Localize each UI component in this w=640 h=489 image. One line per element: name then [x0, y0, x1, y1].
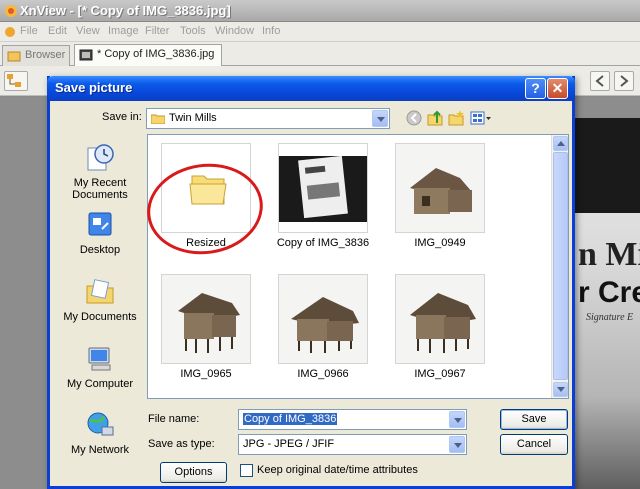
tab-browser-label: Browser [25, 49, 66, 61]
file-item-img-0965[interactable]: IMG_0965 [148, 274, 264, 380]
app-titlebar: XnView - [* Copy of IMG_3836.jpg] [0, 0, 640, 22]
image-thumbnail [396, 275, 484, 363]
places-bar: My Recent Documents Desktop My Documents… [56, 134, 144, 456]
place-recent-label: My Recent Documents [72, 177, 128, 201]
chevron-down-icon[interactable] [449, 436, 465, 453]
photo-text-line2: r Cree [578, 276, 640, 309]
save-as-type-label: Save as type: [148, 438, 215, 450]
help-button[interactable]: ? [525, 78, 546, 99]
dialog-title: Save picture [55, 80, 133, 95]
menu-tools[interactable]: Tools [180, 25, 206, 37]
app-tab-bar: Browser * Copy of IMG_3836.jpg [0, 42, 640, 67]
save-in-value: Twin Mills [169, 112, 217, 124]
up-folder-icon[interactable] [426, 109, 444, 127]
photo-dark-band [570, 118, 640, 213]
image-file-icon [79, 49, 93, 61]
image-thumbnail [279, 155, 367, 222]
thumbnail-frame [278, 274, 368, 364]
file-name-value: Copy of IMG_3836 [243, 413, 338, 425]
thumbnail-frame [278, 143, 368, 233]
chevron-down-icon[interactable] [449, 411, 465, 428]
desktop-icon [88, 212, 112, 236]
photo-text-line3: Signature E [586, 312, 634, 323]
place-desktop[interactable]: Desktop [56, 209, 144, 256]
app-menubar: File Edit View Image Filter Tools Window… [0, 22, 640, 42]
close-button[interactable]: ✕ [547, 78, 568, 99]
previous-button[interactable] [590, 71, 610, 91]
file-name-label: File name: [148, 413, 200, 425]
thumbnail-frame [395, 274, 485, 364]
menu-file[interactable]: File [20, 25, 38, 37]
file-name-label: IMG_0949 [414, 237, 466, 249]
file-item-img-0949[interactable]: IMG_0949 [382, 143, 498, 249]
my-documents-icon [86, 279, 114, 304]
tab-image[interactable]: * Copy of IMG_3836.jpg [74, 44, 222, 67]
tab-browser[interactable]: Browser [2, 45, 70, 66]
place-recent-documents[interactable]: My Recent Documents [56, 142, 144, 201]
file-name-label: IMG_0966 [297, 368, 349, 380]
image-thumbnail [279, 275, 367, 363]
menu-view[interactable]: View [76, 25, 100, 37]
place-my-documents[interactable]: My Documents [56, 276, 144, 323]
keep-date-checkbox[interactable] [240, 464, 253, 477]
place-my-network-label: My Network [70, 444, 130, 456]
browser-icon [7, 51, 21, 62]
hierarchy-icon [7, 74, 21, 87]
save-in-label: Save in: [102, 111, 142, 123]
menu-image[interactable]: Image [108, 25, 139, 37]
scroll-down-icon[interactable] [553, 382, 568, 397]
file-name-input[interactable]: Copy of IMG_3836 [238, 409, 467, 430]
dialog-titlebar[interactable]: Save picture ? ✕ [47, 76, 575, 101]
xnview-menu-icon[interactable] [3, 25, 17, 39]
scroll-thumb[interactable] [553, 152, 568, 380]
file-list-scrollbar[interactable] [551, 135, 568, 398]
thumbnail-frame [161, 274, 251, 364]
save-button[interactable]: Save [500, 409, 568, 430]
image-thumbnail [162, 275, 250, 363]
file-name-label: IMG_0965 [180, 368, 232, 380]
hierarchy-button[interactable] [4, 71, 28, 91]
app-title: XnView - [* Copy of IMG_3836.jpg] [20, 3, 231, 18]
back-icon[interactable] [405, 109, 423, 127]
file-name-label: IMG_0967 [414, 368, 466, 380]
place-my-computer-label: My Computer [66, 378, 134, 390]
my-computer-icon [88, 347, 111, 371]
xnview-logo-icon [5, 5, 17, 17]
save-as-type-value: JPG - JPEG / JFIF [243, 438, 335, 450]
keep-date-label: Keep original date/time attributes [257, 464, 418, 476]
menu-edit[interactable]: Edit [48, 25, 67, 37]
arrow-left-icon [595, 75, 604, 87]
chevron-down-icon[interactable] [372, 110, 388, 127]
menu-filter[interactable]: Filter [145, 25, 169, 37]
file-name-label: Copy of IMG_3836 [276, 237, 370, 249]
new-folder-icon[interactable] [447, 109, 465, 127]
view-menu-icon[interactable] [469, 109, 493, 127]
menu-info[interactable]: Info [262, 25, 280, 37]
background-photo: n Mi r Cree Signature E [570, 118, 640, 489]
next-button[interactable] [614, 71, 634, 91]
file-item-img-0967[interactable]: IMG_0967 [382, 274, 498, 380]
my-network-icon [87, 412, 114, 436]
place-my-computer[interactable]: My Computer [56, 343, 144, 390]
scroll-up-icon[interactable] [553, 136, 568, 151]
place-desktop-label: Desktop [79, 244, 121, 256]
photo-text-line1: n Mi [578, 236, 640, 273]
menu-window[interactable]: Window [215, 25, 254, 37]
place-my-documents-label: My Documents [63, 311, 137, 323]
cancel-button[interactable]: Cancel [500, 434, 568, 455]
save-picture-dialog: Save picture ? ✕ Save in: Twin Mills My … [47, 76, 575, 489]
file-item-copy-of-img-3836[interactable]: Copy of IMG_3836 [265, 143, 381, 249]
save-as-type-dropdown[interactable]: JPG - JPEG / JFIF [238, 434, 467, 455]
image-thumbnail [396, 144, 484, 232]
recent-documents-icon [87, 144, 114, 171]
save-in-dropdown[interactable]: Twin Mills [146, 108, 390, 129]
arrow-right-icon [620, 75, 629, 87]
options-button[interactable]: Options [160, 462, 227, 483]
tab-image-label: * Copy of IMG_3836.jpg [97, 48, 215, 60]
folder-icon [151, 114, 165, 124]
place-my-network[interactable]: My Network [56, 409, 144, 456]
thumbnail-frame [395, 143, 485, 233]
file-item-img-0966[interactable]: IMG_0966 [265, 274, 381, 380]
